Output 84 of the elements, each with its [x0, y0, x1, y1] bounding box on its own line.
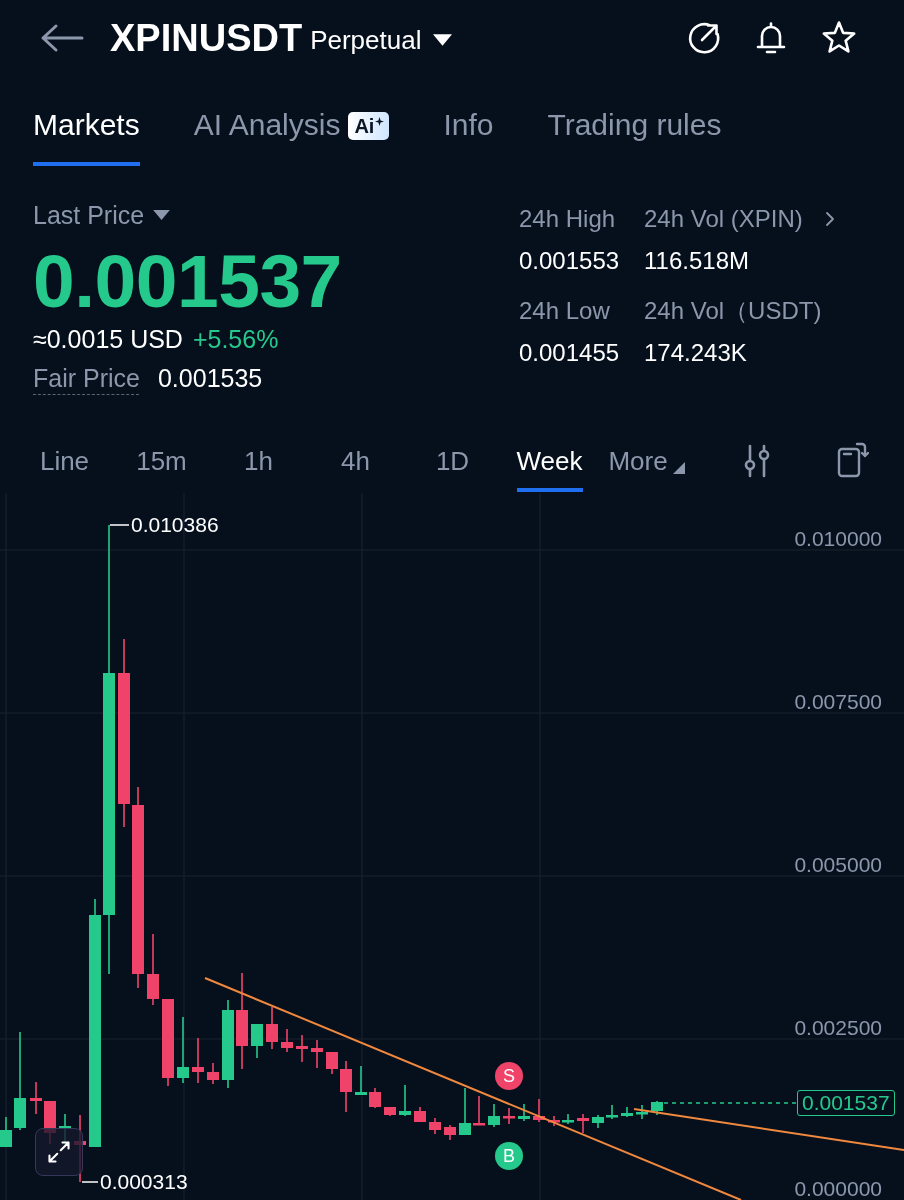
interval-tab[interactable]: 1D	[435, 445, 470, 492]
contract-type-dropdown[interactable]: Perpetual	[310, 24, 453, 55]
last-price-tag: 0.001537	[797, 1090, 895, 1116]
symbol-title: XPINUSDT	[110, 15, 303, 60]
stat-value: 174.243K	[644, 338, 747, 368]
bearish-candle	[340, 1060, 352, 1113]
bearish-candle	[577, 1113, 589, 1134]
bullish-candle	[606, 1104, 618, 1120]
bearish-candle	[281, 1028, 293, 1053]
chevron-right-icon[interactable]	[825, 211, 835, 227]
bearish-candle	[296, 1034, 308, 1063]
bearish-candle	[384, 1106, 396, 1117]
bearish-candle	[369, 1087, 381, 1109]
star-icon[interactable]	[820, 19, 858, 56]
tab[interactable]: Trading rules	[547, 107, 722, 166]
caret-icon	[153, 210, 171, 220]
diagonal-arrows-icon	[46, 1139, 72, 1165]
price-change: +5.56%	[192, 324, 279, 354]
interval-tab[interactable]: 1h	[244, 445, 273, 492]
sparkle-icon	[375, 116, 385, 126]
buy-marker: B	[495, 1142, 523, 1170]
bearish-candle	[503, 1107, 515, 1125]
bearish-candle	[533, 1098, 545, 1123]
bullish-candle	[177, 1016, 189, 1084]
axis-label: 0.000000	[794, 1178, 882, 1200]
stat-label: 24h Vol (XPIN)	[644, 204, 803, 234]
ai-label: Ai	[354, 114, 375, 138]
more-dropdown[interactable]: More	[608, 445, 685, 492]
phone-rotate-icon[interactable]	[837, 442, 869, 478]
axis-label: 0.002500	[794, 1017, 882, 1039]
stat-value: 116.518M	[644, 246, 749, 276]
interval-tab[interactable]: Week	[516, 445, 583, 492]
bearish-candle	[207, 1062, 219, 1085]
bullish-candle	[0, 1116, 12, 1148]
bullish-candle	[488, 1103, 500, 1128]
sell-marker: S	[495, 1062, 523, 1090]
low-price-label: 0.000313	[100, 1171, 188, 1193]
leader-line	[109, 524, 130, 526]
tab[interactable]: Markets	[33, 107, 140, 166]
bearish-candle	[548, 1115, 560, 1127]
interval-tab[interactable]: Line	[39, 445, 90, 492]
stat-value: 0.001553	[519, 246, 620, 276]
bearish-candle	[30, 1081, 42, 1115]
tab[interactable]: AI Analysis Ai	[193, 107, 390, 166]
interval-tab[interactable]: 15m	[136, 445, 187, 492]
caret-icon	[433, 33, 453, 46]
bullish-candle	[518, 1103, 530, 1122]
bearish-candle	[326, 1051, 338, 1075]
bullish-candle	[621, 1106, 633, 1118]
leader-line	[81, 1181, 99, 1183]
bearish-candle	[266, 1006, 278, 1050]
high-price-label: 0.010386	[131, 514, 219, 536]
bearish-candle	[192, 1037, 204, 1084]
axis-label: 0.007500	[794, 691, 882, 713]
bullish-candle	[251, 1023, 263, 1059]
tab[interactable]: Info	[443, 107, 494, 166]
stat-label: 24h Low	[519, 296, 610, 326]
axis-label: 0.005000	[794, 854, 882, 876]
stat-label: 24h Vol（USDT)	[644, 296, 822, 326]
bearish-candle	[311, 1039, 323, 1069]
stat-value: 0.001455	[519, 338, 620, 368]
corner-triangle-icon	[672, 462, 685, 474]
fair-price-value: 0.001535	[157, 363, 263, 393]
sliders-icon[interactable]	[744, 444, 770, 478]
fair-price-label: Fair Price	[33, 363, 140, 393]
bearish-candle	[473, 1095, 485, 1126]
bearish-candle	[414, 1106, 426, 1123]
usd-equivalent: ≈0.0015 USD	[33, 324, 183, 354]
bullish-candle	[399, 1084, 411, 1117]
expand-button[interactable]	[35, 1128, 83, 1176]
bearish-candle	[444, 1124, 456, 1141]
bullish-candle	[636, 1104, 648, 1120]
axis-label: 0.010000	[794, 528, 882, 550]
bearish-candle	[429, 1117, 441, 1135]
back-arrow-icon[interactable]	[40, 22, 84, 53]
interval-tab[interactable]: 4h	[341, 445, 370, 492]
bullish-candle	[562, 1113, 574, 1125]
bullish-candle	[459, 1087, 471, 1136]
bullish-candle	[592, 1114, 604, 1129]
bullish-candle	[651, 1100, 663, 1116]
last-price-dropdown[interactable]: Last Price	[33, 200, 171, 230]
bullish-candle	[355, 1065, 367, 1096]
stat-label: 24h High	[519, 204, 616, 234]
last-price-value: 0.001537	[33, 241, 343, 321]
